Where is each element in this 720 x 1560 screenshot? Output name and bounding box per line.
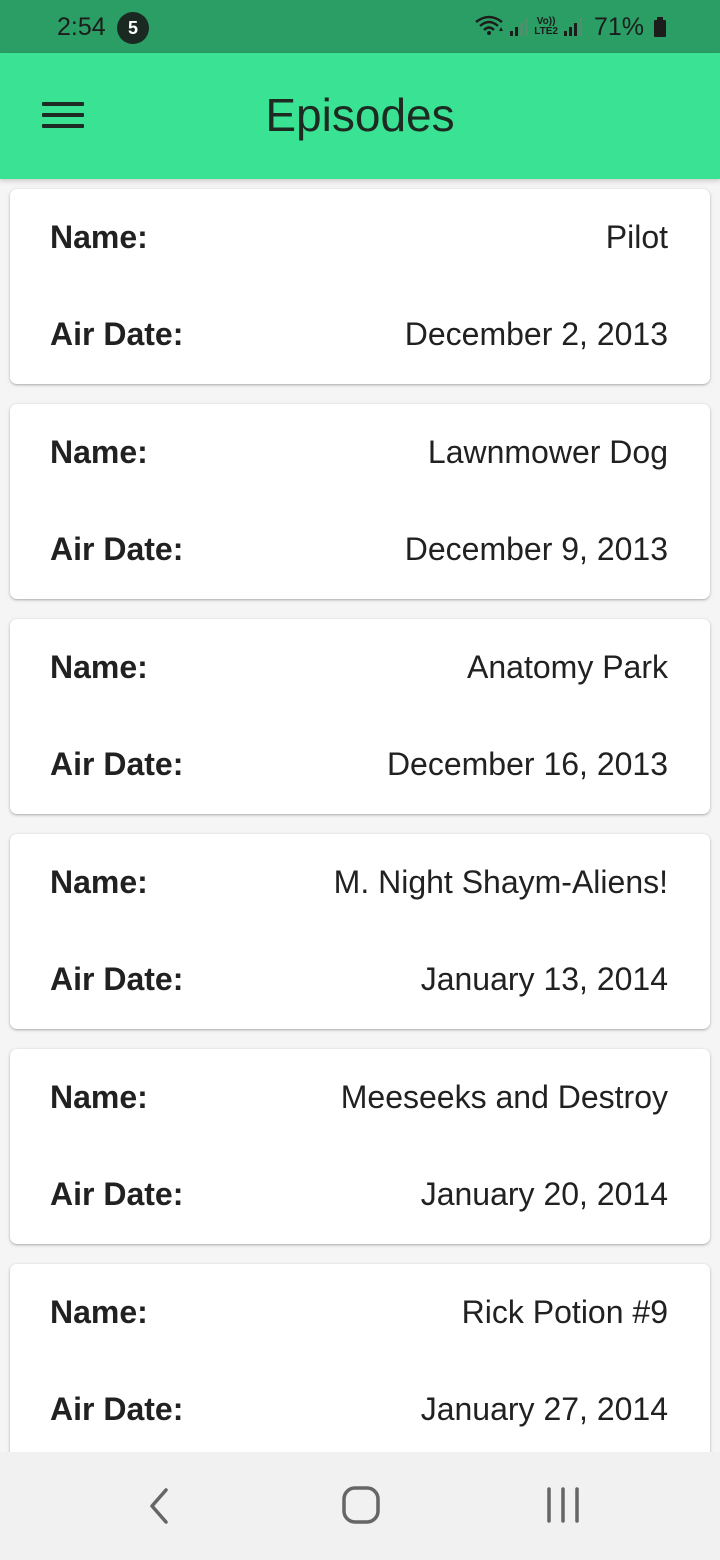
episode-air-date-row: Air Date: January 13, 2014 bbox=[50, 959, 668, 999]
back-chevron-icon[interactable] bbox=[125, 1480, 195, 1532]
name-label: Name: bbox=[50, 648, 148, 685]
air-date-label: Air Date: bbox=[50, 960, 184, 997]
episode-name-row: Name: Lawnmower Dog bbox=[50, 432, 668, 472]
page-title: Episodes bbox=[265, 89, 455, 141]
episode-card[interactable]: Name: Pilot Air Date: December 2, 2013 bbox=[10, 189, 710, 384]
signal-strength-icon bbox=[510, 18, 529, 36]
name-label: Name: bbox=[50, 1078, 148, 1115]
episode-name: Pilot bbox=[605, 218, 668, 255]
status-icons: Vo)) LTE2 71% bbox=[474, 10, 666, 44]
volte-indicator: Vo)) LTE2 bbox=[534, 17, 558, 37]
episode-air-date: December 2, 2013 bbox=[404, 315, 668, 352]
home-icon[interactable] bbox=[326, 1480, 396, 1532]
episode-air-date: December 16, 2013 bbox=[386, 745, 668, 782]
episode-list[interactable]: Name: Pilot Air Date: December 2, 2013 N… bbox=[0, 179, 720, 1452]
episode-name: Rick Potion #9 bbox=[461, 1293, 668, 1330]
signal-strength-icon-2 bbox=[563, 18, 582, 36]
episode-name-row: Name: Pilot bbox=[50, 217, 668, 257]
battery-percent: 71% bbox=[593, 13, 644, 41]
episode-air-date-row: Air Date: January 27, 2014 bbox=[50, 1389, 668, 1429]
episode-air-date: January 13, 2014 bbox=[420, 960, 668, 997]
system-nav-bar bbox=[0, 1452, 720, 1560]
lte-label: LTE2 bbox=[534, 26, 558, 37]
episode-card[interactable]: Name: Lawnmower Dog Air Date: December 9… bbox=[10, 404, 710, 599]
episode-card[interactable]: Name: Anatomy Park Air Date: December 16… bbox=[10, 619, 710, 814]
episode-name-row: Name: Rick Potion #9 bbox=[50, 1292, 668, 1332]
episode-name-row: Name: Meeseeks and Destroy bbox=[50, 1077, 668, 1117]
app-bar: Episodes bbox=[0, 53, 720, 179]
episode-card[interactable]: Name: Rick Potion #9 Air Date: January 2… bbox=[10, 1264, 710, 1452]
name-label: Name: bbox=[50, 863, 148, 900]
episode-name: Meeseeks and Destroy bbox=[340, 1078, 668, 1115]
episode-name: Anatomy Park bbox=[467, 648, 668, 685]
status-time: 2:54 bbox=[57, 13, 106, 41]
status-bar: 2:54 5 Vo)) LTE2 71% bbox=[0, 0, 720, 53]
air-date-label: Air Date: bbox=[50, 1175, 184, 1212]
episode-air-date: January 27, 2014 bbox=[420, 1390, 668, 1427]
episode-air-date-row: Air Date: December 9, 2013 bbox=[50, 529, 668, 569]
episode-card[interactable]: Name: M. Night Shaym-Aliens! Air Date: J… bbox=[10, 834, 710, 1029]
name-label: Name: bbox=[50, 433, 148, 470]
screen: 2:54 5 Vo)) LTE2 71% Episodes Name: Pilo… bbox=[0, 0, 720, 1560]
notification-count-badge: 5 bbox=[117, 12, 149, 44]
recent-apps-icon[interactable] bbox=[528, 1480, 598, 1532]
air-date-label: Air Date: bbox=[50, 1390, 184, 1427]
name-label: Name: bbox=[50, 1293, 148, 1330]
episode-air-date-row: Air Date: January 20, 2014 bbox=[50, 1174, 668, 1214]
air-date-label: Air Date: bbox=[50, 530, 184, 567]
air-date-label: Air Date: bbox=[50, 745, 184, 782]
name-label: Name: bbox=[50, 218, 148, 255]
wifi-icon bbox=[474, 13, 504, 42]
episode-name: Lawnmower Dog bbox=[427, 433, 668, 470]
episode-name: M. Night Shaym-Aliens! bbox=[333, 863, 668, 900]
episode-name-row: Name: M. Night Shaym-Aliens! bbox=[50, 862, 668, 902]
episode-card[interactable]: Name: Meeseeks and Destroy Air Date: Jan… bbox=[10, 1049, 710, 1244]
episode-name-row: Name: Anatomy Park bbox=[50, 647, 668, 687]
air-date-label: Air Date: bbox=[50, 315, 184, 352]
episode-air-date-row: Air Date: December 16, 2013 bbox=[50, 744, 668, 784]
episode-air-date-row: Air Date: December 2, 2013 bbox=[50, 314, 668, 354]
battery-icon bbox=[654, 17, 666, 37]
episode-air-date: January 20, 2014 bbox=[420, 1175, 668, 1212]
episode-air-date: December 9, 2013 bbox=[404, 530, 668, 567]
